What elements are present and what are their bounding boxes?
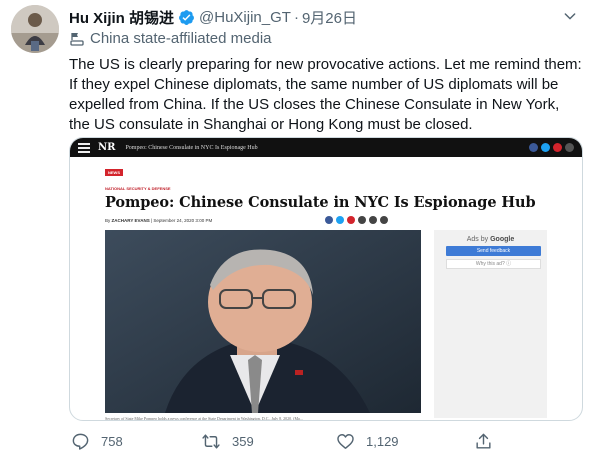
facebook-icon bbox=[529, 143, 538, 152]
like-count: 1,129 bbox=[366, 434, 399, 449]
share-button[interactable] bbox=[474, 432, 504, 451]
facebook-share-icon bbox=[325, 216, 333, 224]
article-photo bbox=[105, 230, 421, 413]
navbar-social-icons bbox=[526, 143, 574, 152]
ads-by-google-label: Ads by Google bbox=[466, 236, 515, 243]
podium-flag-icon bbox=[70, 32, 84, 46]
article-section: NATIONAL SECURITY & DEFENSE bbox=[105, 186, 171, 191]
twitter-icon bbox=[541, 143, 550, 152]
article-date: September 24, 2020 3:00 PM bbox=[153, 218, 213, 223]
retweet-icon bbox=[202, 434, 220, 449]
article-author: ZACHARY EVANS bbox=[111, 218, 150, 223]
share-icon bbox=[476, 433, 491, 449]
tweet-media-card[interactable]: NR Pompeo: Chinese Consulate in NYC Is E… bbox=[69, 137, 583, 421]
retweet-button[interactable]: 359 bbox=[201, 432, 254, 451]
avatar[interactable] bbox=[11, 5, 59, 53]
site-logo: NR bbox=[98, 142, 116, 153]
display-name[interactable]: Hu Xijin 胡锡进 bbox=[69, 7, 174, 28]
site-navbar: NR Pompeo: Chinese Consulate in NYC Is E… bbox=[70, 138, 582, 157]
tweet-text: The US is clearly preparing for new prov… bbox=[69, 56, 582, 133]
separator-dot: · bbox=[293, 8, 299, 26]
why-this-ad-button: Why this ad? ⓘ bbox=[446, 259, 541, 269]
print-share-icon bbox=[369, 216, 377, 224]
more-share-icon bbox=[380, 216, 388, 224]
tweet-actions: 758 359 1,129 bbox=[69, 432, 549, 456]
reply-count: 758 bbox=[101, 434, 123, 449]
article-share-icons bbox=[325, 216, 391, 224]
twitter-share-icon bbox=[336, 216, 344, 224]
send-feedback-button: Send feedback bbox=[446, 246, 541, 256]
photo-caption: Secretary of State Mike Pompeo holds a n… bbox=[105, 416, 303, 421]
chevron-down-icon[interactable] bbox=[562, 8, 578, 24]
hamburger-menu-icon bbox=[78, 142, 90, 153]
affiliation-text: China state-affiliated media bbox=[90, 30, 272, 47]
pinterest-icon bbox=[553, 143, 562, 152]
email-share-icon bbox=[358, 216, 366, 224]
byline-prefix: By bbox=[105, 218, 111, 223]
article-headline: Pompeo: Chinese Consulate in NYC Is Espi… bbox=[105, 194, 536, 211]
reply-button[interactable]: 758 bbox=[71, 432, 123, 451]
email-icon bbox=[565, 143, 574, 152]
state-affiliation-label[interactable]: China state-affiliated media bbox=[69, 30, 272, 47]
article-byline: By ZACHARY EVANS | September 24, 2020 3:… bbox=[105, 218, 212, 223]
tweet-header: Hu Xijin 胡锡进 @HuXijin_GT · 9月26日 bbox=[69, 6, 582, 28]
news-tag: NEWS bbox=[105, 169, 123, 176]
reply-icon bbox=[72, 433, 89, 450]
pinterest-share-icon bbox=[347, 216, 355, 224]
ad-box: Ads by Google Send feedback Why this ad?… bbox=[434, 230, 547, 418]
byline-separator: | bbox=[150, 218, 153, 223]
verified-badge-icon bbox=[179, 9, 194, 25]
user-handle[interactable]: @HuXijin_GT bbox=[199, 9, 291, 26]
like-button[interactable]: 1,129 bbox=[336, 432, 399, 451]
tweet-date[interactable]: 9月26日 bbox=[302, 7, 357, 28]
retweet-count: 359 bbox=[232, 434, 254, 449]
navbar-article-title: Pompeo: Chinese Consulate in NYC Is Espi… bbox=[125, 144, 258, 151]
heart-icon bbox=[337, 434, 354, 449]
